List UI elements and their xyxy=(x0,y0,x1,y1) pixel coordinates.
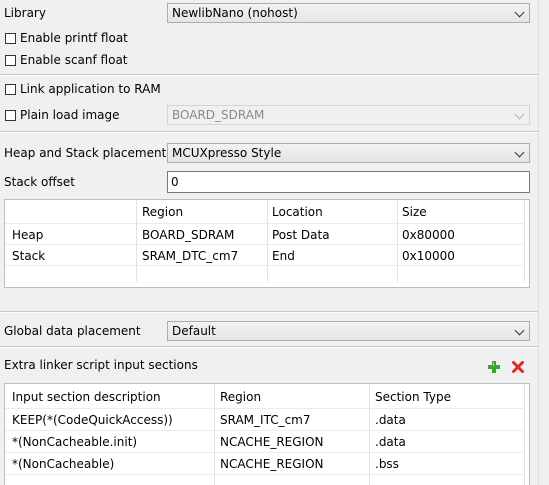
column-divider xyxy=(524,200,525,282)
stack-offset-input[interactable]: 0 xyxy=(167,171,530,193)
global-data-select[interactable]: Default xyxy=(167,321,530,341)
extra-linker-label: Extra linker script input sections xyxy=(4,358,198,372)
row-divider xyxy=(5,474,525,475)
plain-load-checkbox[interactable] xyxy=(5,110,16,121)
library-label: Library xyxy=(4,6,46,20)
column-divider xyxy=(214,384,215,485)
heap-stack-label: Heap and Stack placement xyxy=(4,146,167,160)
chevron-down-icon xyxy=(514,109,525,120)
library-select[interactable]: NewlibNano (nohost) xyxy=(167,3,530,23)
plain-load-region-select: BOARD_SDRAM xyxy=(167,105,530,125)
row-divider xyxy=(5,452,525,453)
table-cell[interactable]: Post Data xyxy=(272,227,330,243)
table-cell[interactable]: BOARD_SDRAM xyxy=(142,227,234,243)
library-value: NewlibNano (nohost) xyxy=(172,6,298,20)
table-cell[interactable]: SRAM_DTC_cm7 xyxy=(142,248,238,264)
table-cell[interactable]: .bss xyxy=(375,456,399,472)
column-divider xyxy=(267,200,268,282)
column-header-region[interactable]: Region xyxy=(220,389,261,405)
table-cell[interactable]: KEEP(*(CodeQuickAccess)) xyxy=(12,412,173,428)
table-cell[interactable]: Stack xyxy=(12,248,45,264)
chevron-down-icon xyxy=(514,147,525,158)
table-cell[interactable]: NCACHE_REGION xyxy=(220,456,324,472)
link-to-ram-checkbox[interactable] xyxy=(5,84,16,95)
table-cell[interactable]: Heap xyxy=(12,227,43,243)
column-header-section-type[interactable]: Section Type xyxy=(375,389,451,405)
table-cell[interactable]: *(NonCacheable.init) xyxy=(12,434,137,450)
column-header-region[interactable]: Region xyxy=(142,204,183,220)
divider xyxy=(0,347,538,348)
row-divider xyxy=(5,430,525,431)
table-cell[interactable]: *(NonCacheable) xyxy=(12,456,114,472)
table-cell[interactable]: SRAM_ITC_cm7 xyxy=(220,412,311,428)
global-data-label: Global data placement xyxy=(4,324,141,338)
table-cell[interactable]: 0x10000 xyxy=(402,248,455,264)
add-icon[interactable] xyxy=(487,360,501,374)
scanf-float-label: Enable scanf float xyxy=(20,53,128,67)
divider xyxy=(0,75,538,76)
table-cell[interactable]: .data xyxy=(375,434,406,450)
row-divider xyxy=(5,223,525,224)
chevron-down-icon xyxy=(514,7,525,18)
table-cell[interactable]: .data xyxy=(375,412,406,428)
heap-stack-select[interactable]: MCUXpresso Style xyxy=(167,143,530,163)
plain-load-label: Plain load image xyxy=(20,108,120,122)
column-header-description[interactable]: Input section description xyxy=(12,389,161,405)
divider xyxy=(0,132,538,133)
column-divider xyxy=(369,384,370,485)
table-cell[interactable]: 0x80000 xyxy=(402,227,455,243)
plain-load-region-value: BOARD_SDRAM xyxy=(172,108,265,122)
link-to-ram-label: Link application to RAM xyxy=(20,82,161,96)
column-divider xyxy=(136,200,137,282)
table-cell[interactable]: NCACHE_REGION xyxy=(220,434,324,450)
printf-float-checkbox[interactable] xyxy=(5,33,16,44)
printf-float-label: Enable printf float xyxy=(20,31,128,45)
global-data-value: Default xyxy=(172,324,216,338)
sections-table: Input section description Region Section… xyxy=(4,383,530,485)
column-divider xyxy=(524,384,525,485)
column-header-location[interactable]: Location xyxy=(272,204,323,220)
heap-stack-table: Region Location Size Heap BOARD_SDRAM Po… xyxy=(4,199,530,288)
vertical-scrollbar[interactable] xyxy=(538,0,549,485)
stack-offset-label: Stack offset xyxy=(4,175,75,189)
row-divider xyxy=(5,265,525,266)
divider xyxy=(0,312,538,313)
scanf-float-checkbox[interactable] xyxy=(5,55,16,66)
row-divider xyxy=(5,244,525,245)
column-divider xyxy=(397,200,398,282)
table-cell[interactable]: End xyxy=(272,248,295,264)
column-header-size[interactable]: Size xyxy=(402,204,427,220)
heap-stack-value: MCUXpresso Style xyxy=(172,146,282,160)
chevron-down-icon xyxy=(514,325,525,336)
remove-icon[interactable] xyxy=(511,360,525,374)
row-divider xyxy=(5,408,525,409)
